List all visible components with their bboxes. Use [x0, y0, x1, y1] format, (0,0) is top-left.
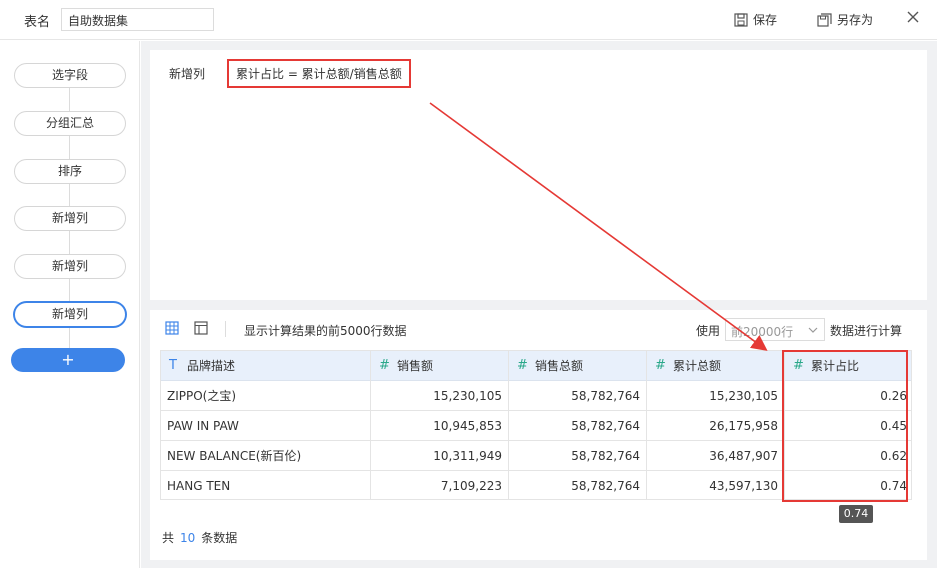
number-type-icon: # — [379, 358, 390, 373]
table-cell: PAW IN PAW — [161, 411, 370, 441]
result-panel: 显示计算结果的前5000行数据 使用 前20000行 数据进行计算 T 品牌描述… — [150, 310, 927, 560]
chevron-down-icon — [808, 324, 818, 338]
formula-expression[interactable]: 累计占比 = 累计总额/销售总额 — [236, 65, 402, 82]
table-cell: NEW BALANCE(新百伦) — [161, 441, 370, 471]
save-as-label: 另存为 — [837, 13, 874, 27]
table-cell: 58,782,764 — [509, 381, 646, 411]
table-cell: 0.45 — [785, 411, 911, 441]
table-cell: 0.26 — [785, 381, 911, 411]
step-panel: 选字段 分组汇总 排序 新增列 新增列 新增列 + — [0, 41, 140, 568]
column-header-label: 累计总额 — [673, 359, 722, 373]
table-cell: ZIPPO(之宝) — [161, 381, 370, 411]
use-label: 使用 — [696, 324, 721, 338]
table-cell: 7,109,223 — [371, 471, 508, 499]
result-hint: 显示计算结果的前5000行数据 — [244, 324, 407, 338]
table-cell: 15,230,105 — [371, 381, 508, 411]
calc-suffix-label: 数据进行计算 — [830, 324, 903, 338]
step-select-fields[interactable]: 选字段 — [14, 63, 126, 88]
table-cell: 10,945,853 — [371, 411, 508, 441]
step-new-column-3-active[interactable]: 新增列 — [14, 302, 126, 327]
table-layout-icon[interactable] — [194, 321, 208, 338]
table-cell: 15,230,105 — [647, 381, 784, 411]
text-type-icon: T — [169, 358, 177, 373]
table-cell: 0.74 — [785, 471, 911, 499]
toolbar-divider — [225, 321, 226, 337]
top-bar: 表名 自助数据集 保存 另存为 — [0, 0, 937, 40]
add-step-button[interactable]: + — [11, 348, 125, 372]
table-cell: 43,597,130 — [647, 471, 784, 499]
footer-prefix: 共 — [162, 531, 175, 545]
save-as-button[interactable]: 另存为 — [817, 11, 873, 28]
column-header-cumulative-ratio[interactable]: # 累计占比 — [785, 351, 911, 381]
table-column-sales: # 销售额 15,230,105 10,945,853 10,311,949 7… — [371, 351, 509, 499]
table-name-input[interactable]: 自助数据集 — [61, 8, 214, 31]
save-button[interactable]: 保存 — [734, 11, 777, 28]
formula-label: 新增列 — [169, 67, 206, 81]
grid-view-icon[interactable] — [165, 321, 179, 338]
table-column-brand: T 品牌描述 ZIPPO(之宝) PAW IN PAW NEW BALANCE(… — [161, 351, 371, 499]
row-count-footer: 共 10 条数据 — [162, 529, 237, 546]
column-header-label: 累计占比 — [811, 359, 860, 373]
table-cell: 58,782,764 — [509, 411, 646, 441]
cell-tooltip: 0.74 — [839, 505, 873, 523]
row-limit-select[interactable]: 前20000行 — [725, 318, 825, 341]
column-header-cumulative[interactable]: # 累计总额 — [647, 351, 784, 381]
table-cell: HANG TEN — [161, 471, 370, 499]
column-header-label: 品牌描述 — [187, 359, 236, 373]
table-column-cumulative: # 累计总额 15,230,105 26,175,958 36,487,907 … — [647, 351, 785, 499]
row-count: 10 — [180, 531, 196, 545]
table-cell: 0.62 — [785, 441, 911, 471]
column-header-label: 销售额 — [397, 359, 434, 373]
row-limit-value: 前20000行 — [731, 325, 794, 339]
table-name-label: 表名 — [24, 15, 51, 30]
table-cell: 58,782,764 — [509, 441, 646, 471]
column-header-label: 销售总额 — [535, 359, 584, 373]
column-header-brand[interactable]: T 品牌描述 — [161, 351, 370, 381]
column-header-sales[interactable]: # 销售额 — [371, 351, 508, 381]
table-cell: 58,782,764 — [509, 471, 646, 499]
table-column-cumulative-ratio: # 累计占比 0.26 0.45 0.62 0.74 — [785, 351, 911, 499]
column-header-sales-total[interactable]: # 销售总额 — [509, 351, 646, 381]
table-cell: 26,175,958 — [647, 411, 784, 441]
close-icon[interactable] — [906, 10, 920, 27]
step-group-summary[interactable]: 分组汇总 — [14, 111, 126, 136]
save-label: 保存 — [753, 13, 778, 27]
table-cell: 10,311,949 — [371, 441, 508, 471]
result-table: T 品牌描述 ZIPPO(之宝) PAW IN PAW NEW BALANCE(… — [160, 350, 912, 500]
save-as-icon — [817, 12, 832, 27]
footer-suffix: 条数据 — [201, 531, 238, 545]
table-column-sales-total: # 销售总额 58,782,764 58,782,764 58,782,764 … — [509, 351, 647, 499]
step-new-column-1[interactable]: 新增列 — [14, 206, 126, 231]
table-cell: 36,487,907 — [647, 441, 784, 471]
number-type-icon: # — [655, 358, 666, 373]
step-new-column-2[interactable]: 新增列 — [14, 254, 126, 279]
formula-panel: 新增列 累计占比 = 累计总额/销售总额 — [150, 50, 927, 300]
save-icon — [734, 12, 748, 27]
number-type-icon: # — [517, 358, 528, 373]
step-sort[interactable]: 排序 — [14, 159, 126, 184]
number-type-icon: # — [793, 358, 804, 373]
